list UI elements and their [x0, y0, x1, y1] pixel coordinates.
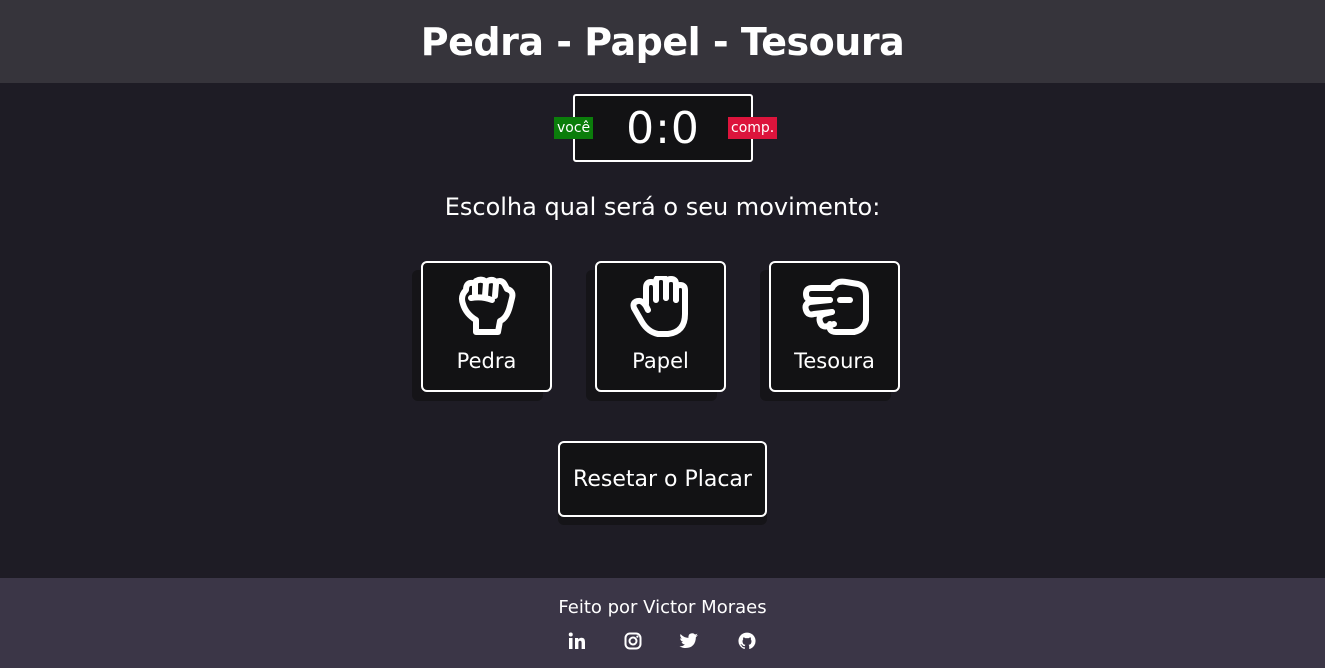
computer-score-badge: comp.	[728, 117, 778, 139]
paper-label: Papel	[632, 349, 689, 373]
fist-icon	[454, 276, 522, 340]
linkedin-link[interactable]	[566, 632, 588, 654]
open-hand-icon	[628, 274, 696, 340]
instagram-icon	[624, 632, 642, 654]
paper-button[interactable]: Papel	[595, 261, 726, 392]
scoreboard: 0:0	[573, 94, 753, 162]
score-display: 0:0	[626, 102, 700, 154]
scissors-label: Tesoura	[794, 349, 875, 373]
twitter-link[interactable]	[678, 632, 700, 654]
page-footer: Feito por Victor Moraes	[0, 578, 1325, 668]
github-icon	[738, 632, 756, 654]
reset-score-button[interactable]: Resetar o Placar	[558, 441, 767, 517]
linkedin-icon	[568, 632, 586, 654]
page-title: Pedra - Papel - Tesoura	[420, 19, 905, 64]
scissors-hand-icon	[802, 276, 870, 340]
game-area: 0:0 você comp. Escolha qual será o seu m…	[0, 83, 1325, 578]
twitter-icon	[679, 632, 699, 654]
page-header: Pedra - Papel - Tesoura	[0, 0, 1325, 83]
rock-label: Pedra	[456, 349, 517, 373]
move-prompt: Escolha qual será o seu movimento:	[444, 193, 881, 221]
author-credit: Feito por Victor Moraes	[558, 597, 767, 618]
rock-button[interactable]: Pedra	[421, 261, 552, 392]
github-link[interactable]	[736, 632, 758, 654]
scissors-button[interactable]: Tesoura	[769, 261, 900, 392]
user-score-badge: você	[554, 117, 594, 139]
instagram-link[interactable]	[622, 632, 644, 654]
